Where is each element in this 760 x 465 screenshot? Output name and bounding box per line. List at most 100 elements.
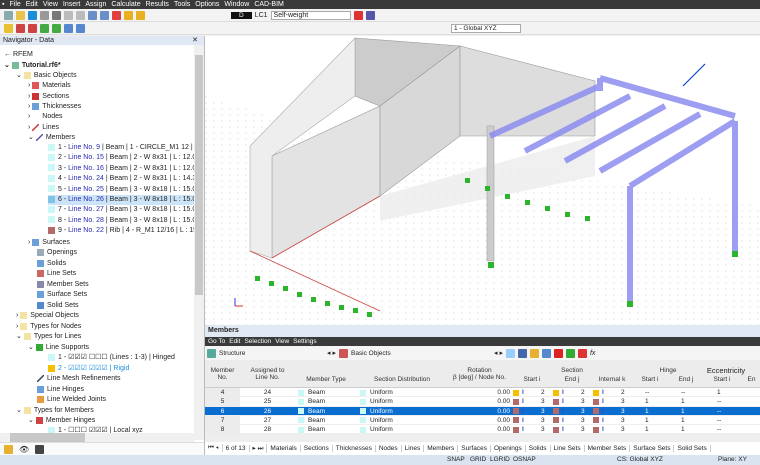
navigator-scrollbar[interactable] [194,45,204,440]
support-icon[interactable] [40,23,49,33]
tab-nodes[interactable]: Nodes [376,444,402,452]
table-row[interactable]: 4 24 Beam Uniform 0.00 I 2 I 2 I 2 -- -- 1 [205,388,760,398]
tree-surface-sets[interactable]: Surface Sets [37,290,87,300]
tree-file[interactable]: ⌄ Tutorial.rf6* [4,61,61,71]
undo-icon[interactable] [64,10,73,20]
tree-member-hinges[interactable]: ⌄ Member Hinges [28,416,95,426]
menu-options[interactable]: Options [195,1,219,8]
view2-icon[interactable] [100,10,109,20]
tree-thicknesses[interactable]: › Thicknesses [28,102,81,112]
menu-edit[interactable]: Edit [229,337,240,346]
tab-surface-sets[interactable]: Surface Sets [630,444,675,452]
tab-members[interactable]: Members [424,444,459,452]
osnap-toggle[interactable]: OSNAP [513,456,536,463]
member-tree-item[interactable]: 1 - Line No. 9 | Beam | 1 - CIRCLE_M1 12… [48,143,194,153]
menu-assign[interactable]: Assign [85,1,106,8]
member-tree-item[interactable]: 5 - Line No. 25 | Beam | 3 - W 8x18 | L … [48,185,194,195]
tool-icon[interactable] [353,10,363,20]
object-type-select[interactable]: Basic Objects [351,350,491,357]
menu-edit[interactable]: Edit [26,1,38,8]
member-icon[interactable] [28,23,37,33]
menu-window[interactable]: Window [224,1,249,8]
redo-icon[interactable] [76,10,85,20]
tab-surfaces[interactable]: Surfaces [458,444,491,452]
cloud-icon[interactable] [28,10,37,20]
select-icon[interactable] [505,348,515,358]
table-row[interactable]: 7 27 Beam Uniform 0.00 I 3 I 3 I 3 1 1 -- [205,415,760,426]
tree-nodes[interactable]: › Nodes [28,112,63,122]
save-icon[interactable] [40,10,49,20]
results-icon[interactable] [124,10,133,20]
tree-members[interactable]: ⌄ Members [28,133,75,143]
tab-solid-sets[interactable]: Solid Sets [674,444,711,452]
print-icon[interactable] [52,10,61,20]
menu-cad-bim[interactable]: CAD-BIM [254,1,284,8]
pager-first-prev[interactable]: ⏮ ◂ [205,444,223,452]
camera-icon[interactable] [35,445,45,454]
snap-toggle[interactable]: SNAP [447,456,465,463]
tool2-icon[interactable] [365,10,375,20]
member-tree-item[interactable]: 8 - Line No. 28 | Beam | 3 - W 8x18 | L … [48,216,194,226]
open-icon[interactable] [16,10,25,20]
member-tree-item[interactable]: 4 - Line No. 24 | Beam | 2 - W 8x31 | L … [48,174,194,184]
tree-basic-objects[interactable]: ⌄ Basic Objects [16,71,77,81]
tree-solids[interactable]: Solids [37,259,66,269]
lgrid-toggle[interactable]: LGRID [490,456,510,463]
member-tree-item[interactable]: 7 - Line No. 27 | Beam | 3 - W 8x18 | L … [48,205,194,215]
view-icon[interactable] [88,10,97,20]
load-case-type[interactable]: D [231,11,252,19]
delete-icon[interactable] [553,348,563,358]
menu-view[interactable]: View [43,1,58,8]
tree-surfaces[interactable]: › Surfaces [28,238,70,248]
tree-types-lines[interactable]: ⌄ Types for Lines [16,332,81,342]
menu-tools[interactable]: Tools [174,1,190,8]
tree-types-members[interactable]: ⌄ Types for Members [16,406,94,416]
results2-icon[interactable] [136,10,145,20]
tree-materials[interactable]: › Materials [28,81,71,91]
tree-types-nodes[interactable]: › Types for Nodes [16,322,81,332]
table-icon[interactable] [517,348,527,358]
line-icon[interactable] [16,23,25,33]
insert-row-icon[interactable] [565,348,575,358]
table-row[interactable]: 6 26 Beam Uniform 0.00 I 3 I 3 I 3 1 1 -- [205,406,760,416]
tree-line-support-2[interactable]: 2 - ☑☑☑ ☑☑☑ | Rigid [48,364,129,374]
menu-calculate[interactable]: Calculate [111,1,140,8]
tree-line-welded-joints[interactable]: Line Welded Joints [37,395,106,405]
tree-openings[interactable]: Openings [37,248,77,258]
pager-next-last[interactable]: ▸ ⏭ [250,443,268,453]
menu-view[interactable]: View [275,337,289,346]
menu-selection[interactable]: Selection [244,337,271,346]
tree-line-sets[interactable]: Line Sets [37,269,76,279]
horizontal-scrollbar[interactable] [0,433,194,442]
data-tab-icon[interactable] [4,445,13,454]
tree-line-mesh-refinements[interactable]: Line Mesh Refinements [37,374,121,384]
tree-member-sets[interactable]: Member Sets [37,280,89,290]
menu-results[interactable]: Results [146,1,169,8]
tab-lines[interactable]: Lines [402,444,425,452]
nav-arrows[interactable]: ◂ ▸ [327,349,336,357]
tab-materials[interactable]: Materials [267,444,301,452]
grid-toggle[interactable]: GRID [470,456,486,463]
export-icon[interactable] [529,348,539,358]
tab-member-sets[interactable]: Member Sets [585,444,631,452]
tab-line-sets[interactable]: Line Sets [551,444,585,452]
close-icon[interactable]: ✕ [192,36,198,45]
eye-icon[interactable]: 👁 [19,445,29,454]
menu-insert[interactable]: Insert [63,1,81,8]
table-row[interactable]: 5 25 Beam Uniform 0.00 I 3 I 3 I 3 1 1 -- [205,397,760,407]
tree-line-supports[interactable]: ⌄ Line Supports [28,343,89,353]
tab-sections[interactable]: Sections [301,444,333,452]
tree-special-objects[interactable]: › Special Objects [16,311,79,321]
solid-icon[interactable] [76,23,85,33]
formula-icon[interactable]: fx [590,350,595,357]
delete-row-icon[interactable] [577,348,587,358]
3d-viewport[interactable] [205,36,760,325]
tree-solid-sets[interactable]: Solid Sets [37,301,79,311]
coordinate-system-select[interactable]: 1 - Global XYZ [451,23,521,33]
menu-go-to[interactable]: Go To [208,337,225,346]
tab-thicknesses[interactable]: Thicknesses [333,444,376,452]
member-tree-item[interactable]: 2 - Line No. 15 | Beam | 2 - W 8x31 | L … [48,153,194,163]
table-scrollbar[interactable] [205,434,760,442]
tree-root[interactable]: ← RFEM [4,50,33,60]
member-tree-item[interactable]: 6 - Line No. 26 | Beam | 3 - W 8x18 | L … [48,195,194,205]
